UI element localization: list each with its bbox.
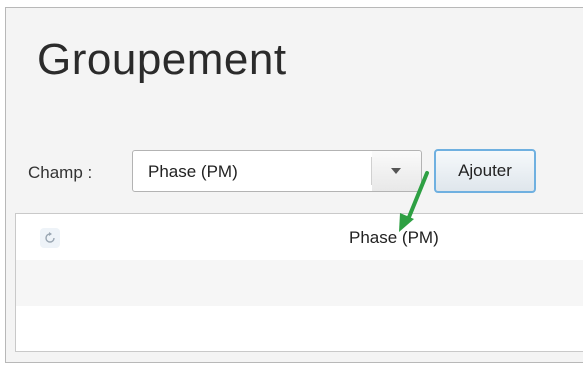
row-label: Phase (PM): [349, 228, 439, 247]
chevron-down-icon: [391, 168, 401, 174]
table-row[interactable]: [16, 260, 583, 306]
refresh-icon[interactable]: [40, 228, 60, 248]
field-select[interactable]: Phase (PM): [132, 150, 422, 192]
page-title: Groupement: [37, 35, 287, 84]
field-label: Champ :: [28, 163, 93, 182]
dropdown-button[interactable]: [372, 151, 421, 191]
grouping-table: Phase (PM): [15, 213, 583, 352]
field-select-value: Phase (PM): [148, 162, 238, 181]
table-row[interactable]: [16, 306, 583, 351]
add-button[interactable]: Ajouter: [434, 149, 536, 193]
table-row[interactable]: Phase (PM): [16, 214, 583, 260]
